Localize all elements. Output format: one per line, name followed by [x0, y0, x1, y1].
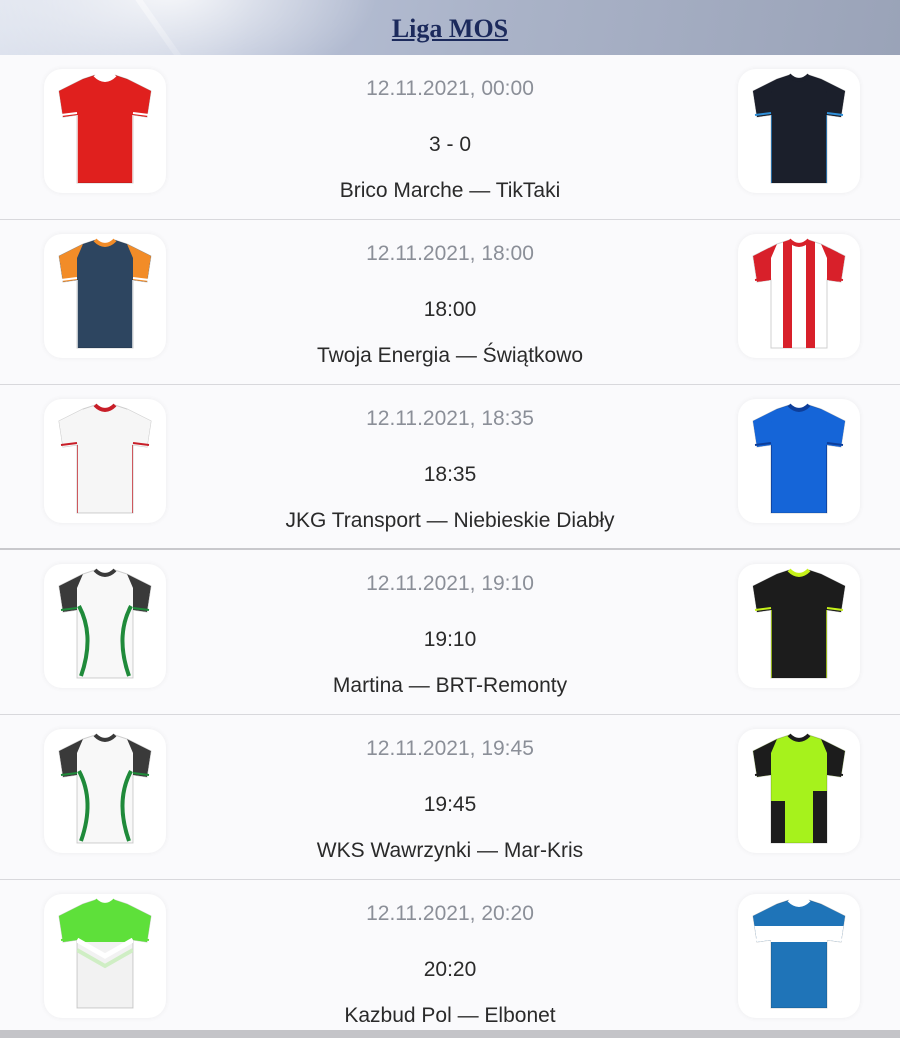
- away-team-kit-icon: [738, 69, 860, 193]
- away-team-kit-icon: [738, 399, 860, 523]
- league-title-link[interactable]: Liga MOS: [0, 14, 900, 44]
- match-row[interactable]: 12.11.2021, 19:45 19:45 WKS Wawrzynki — …: [0, 715, 900, 880]
- match-row[interactable]: 12.11.2021, 20:20 20:20 Kazbud Pol — Elb…: [0, 880, 900, 1038]
- scroll-bar[interactable]: [0, 1030, 900, 1038]
- league-header: Liga MOS: [0, 0, 900, 55]
- match-row[interactable]: 12.11.2021, 18:00 18:00 Twoja Energia — …: [0, 220, 900, 385]
- away-team-kit-icon: [738, 564, 860, 688]
- match-row[interactable]: 12.11.2021, 00:00 3 - 0 Brico Marche — T…: [0, 55, 900, 220]
- match-row[interactable]: 12.11.2021, 19:10 19:10 Martina — BRT-Re…: [0, 550, 900, 715]
- match-list: 12.11.2021, 00:00 3 - 0 Brico Marche — T…: [0, 55, 900, 1038]
- away-team-kit-icon: [738, 234, 860, 358]
- match-row[interactable]: 12.11.2021, 18:35 18:35 JKG Transport — …: [0, 385, 900, 550]
- away-team-kit-icon: [738, 894, 860, 1018]
- away-team-kit-icon: [738, 729, 860, 853]
